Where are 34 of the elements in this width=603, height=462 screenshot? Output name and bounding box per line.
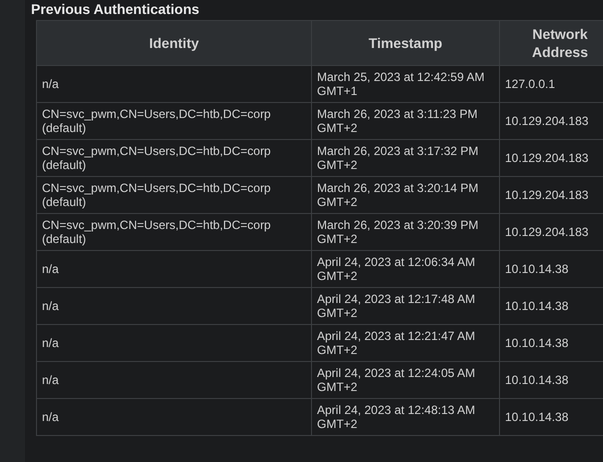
table-cell: CN=svc_pwm,CN=Users,DC=htb,DC=corp (default) (36, 214, 312, 250)
table-cell: n/a (36, 250, 312, 288)
table-cell: n/a (36, 66, 312, 102)
table-cell: April 24, 2023 at 12:21:47 AM GMT+2 (312, 324, 500, 362)
table-cell: 10.129.204.183 (500, 140, 603, 176)
table-cell: 10.129.204.183 (500, 214, 603, 250)
table-cell: n/a (36, 398, 312, 436)
table-cell: April 24, 2023 at 12:06:34 AM GMT+2 (312, 250, 500, 288)
table-cell: March 26, 2023 at 3:20:39 PM GMT+2 (312, 214, 500, 250)
table-cell: n/a (36, 362, 312, 398)
table-cell: CN=svc_pwm,CN=Users,DC=htb,DC=corp (default) (36, 140, 312, 176)
column-header: Timestamp (312, 20, 500, 66)
table-cell: CN=svc_pwm,CN=Users,DC=htb,DC=corp (default) (36, 176, 312, 214)
table-cell: 10.10.14.38 (500, 324, 603, 362)
table-cell: March 26, 2023 at 3:11:23 PM GMT+2 (312, 102, 500, 140)
table-cell: n/a (36, 324, 312, 362)
table-cell: 10.129.204.183 (500, 102, 603, 140)
table-cell: n/a (36, 288, 312, 324)
table-cell: April 24, 2023 at 12:17:48 AM GMT+2 (312, 288, 500, 324)
table-cell: March 25, 2023 at 12:42:59 AM GMT+1 (312, 66, 500, 102)
table-cell: 10.10.14.38 (500, 288, 603, 324)
table-cell: April 24, 2023 at 12:24:05 AM GMT+2 (312, 362, 500, 398)
table-cell: April 24, 2023 at 12:48:13 AM GMT+2 (312, 398, 500, 436)
table-cell: CN=svc_pwm,CN=Users,DC=htb,DC=corp (default) (36, 102, 312, 140)
table-cell: March 26, 2023 at 3:20:14 PM GMT+2 (312, 176, 500, 214)
table-cell: 10.10.14.38 (500, 398, 603, 436)
table-cell: 10.10.14.38 (500, 362, 603, 398)
table-cell: March 26, 2023 at 3:17:32 PM GMT+2 (312, 140, 500, 176)
column-header: Identity (36, 20, 312, 66)
column-header: Network Address (500, 20, 603, 66)
table-cell: 10.129.204.183 (500, 176, 603, 214)
table-cell: 127.0.0.1 (500, 66, 603, 102)
table-cell: 10.10.14.38 (500, 250, 603, 288)
section-title: Previous Authentications (31, 1, 200, 17)
